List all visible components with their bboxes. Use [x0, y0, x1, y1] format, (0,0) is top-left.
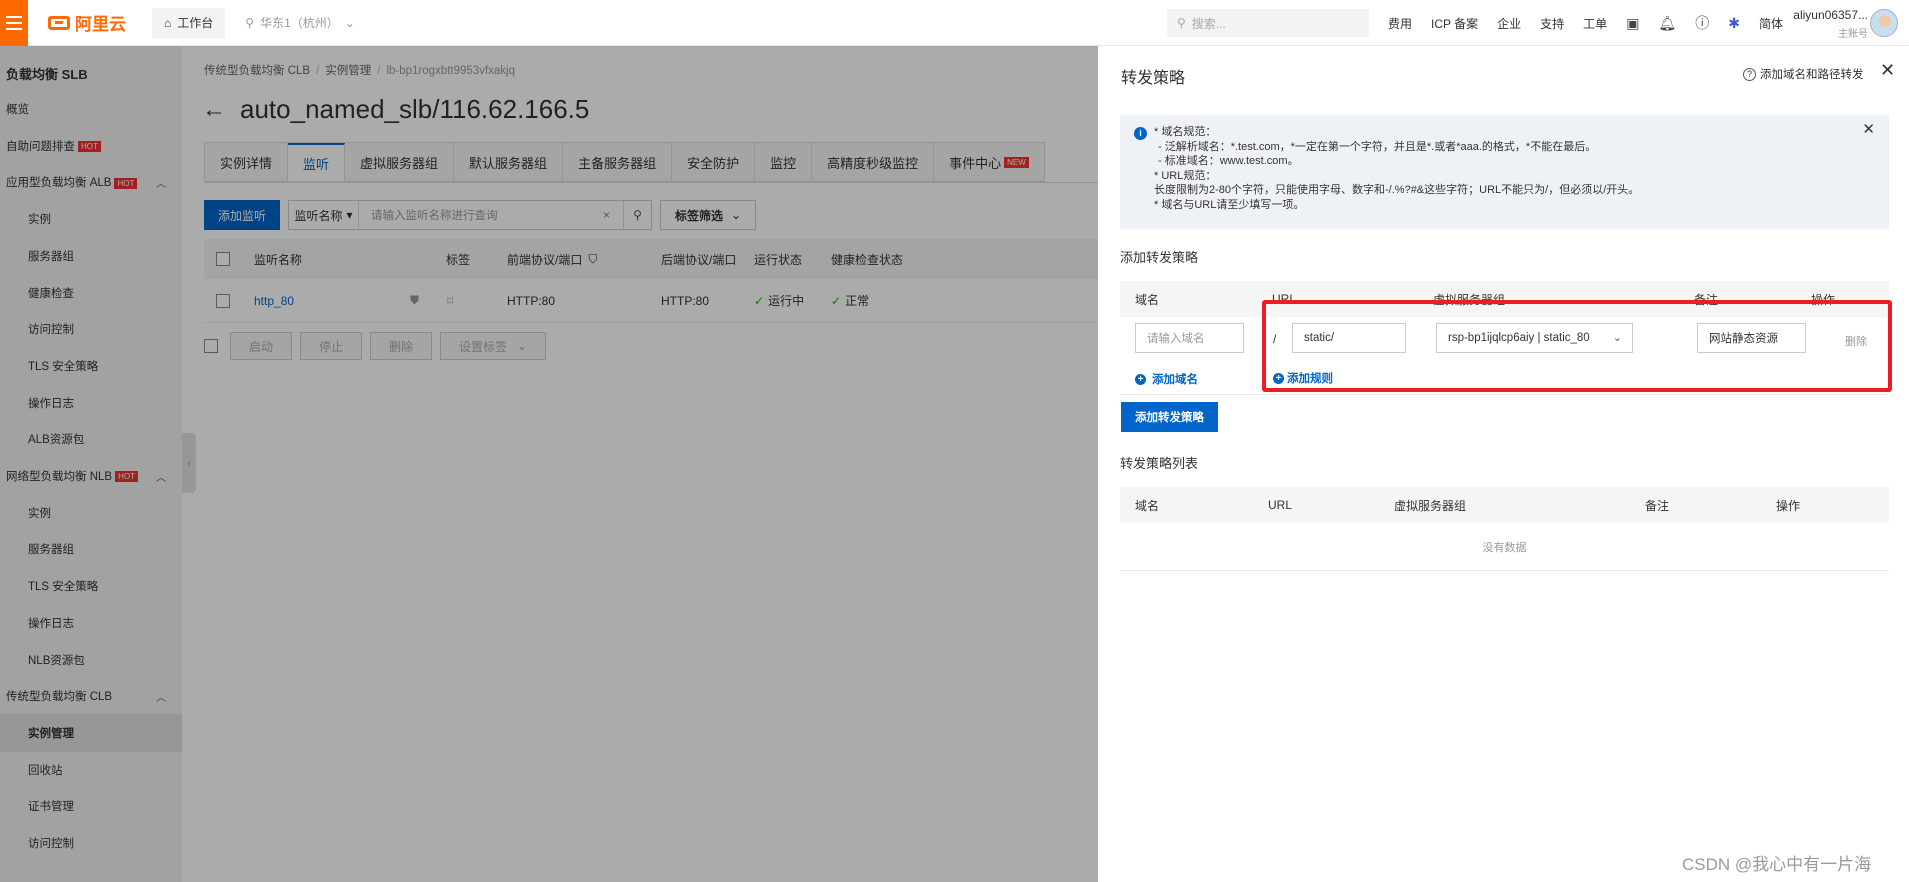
close-icon[interactable]: ✕: [1880, 60, 1895, 81]
rule-divider: [1120, 394, 1889, 395]
chevron-down-icon: ⌄: [344, 15, 355, 30]
column-header: 操作: [1776, 498, 1801, 513]
info-icon: i: [1134, 127, 1147, 140]
workbench-button[interactable]: ⌂ 工作台: [152, 7, 226, 38]
logo-text: 阿里云: [75, 15, 126, 34]
user-name: aliyun06357...: [1793, 8, 1868, 22]
top-bar: 阿里云 ⌂ 工作台 ⚲ 华东1（杭州） ⌄ ⚲ 搜索... 费用 ICP 备案 …: [0, 0, 1909, 46]
plus-icon: +: [1135, 373, 1146, 385]
rules-notice: i * 域名规范： - 泛解析域名：*.test.com，*一定在第一个字符，并…: [1120, 115, 1889, 229]
add-policy-button[interactable]: 添加转发策略: [1121, 402, 1218, 432]
hamburger-menu-icon[interactable]: [0, 0, 28, 46]
ai-assistant-icon[interactable]: ✱: [1728, 15, 1740, 32]
annotation-highlight-box: [1262, 300, 1892, 392]
empty-state: 没有数据: [1120, 523, 1889, 571]
add-policy-section-title: 添加转发策略: [1120, 250, 1199, 265]
home-icon: ⌂: [164, 15, 172, 30]
notice-line: * 域名与URL请至少填写一项。: [1154, 198, 1305, 211]
help-link[interactable]: ? 添加域名和路径转发: [1743, 66, 1864, 82]
notice-lines: * 域名规范： - 泛解析域名：*.test.com，*一定在第一个字符，并且是…: [1154, 125, 1875, 213]
column-header: URL: [1268, 498, 1293, 512]
aliyun-logo-mark: [48, 15, 70, 30]
column-header: 备注: [1645, 498, 1670, 513]
notice-line: - 标准域名：www.test.com。: [1158, 155, 1299, 168]
notice-line: * 域名规范：: [1154, 126, 1217, 138]
nav-support[interactable]: 支持: [1540, 15, 1564, 32]
user-role: 主账号: [1838, 29, 1868, 40]
global-search-input[interactable]: ⚲ 搜索...: [1167, 9, 1369, 37]
notice-line: - 泛解析域名：*.test.com，*一定在第一个字符，并且是*.或者*aaa…: [1158, 140, 1597, 153]
help-link-label: 添加域名和路径转发: [1760, 69, 1864, 81]
search-icon: ⚲: [1177, 16, 1186, 30]
column-header: 域名: [1135, 292, 1160, 307]
policy-list-title: 转发策略列表: [1120, 456, 1199, 471]
search-placeholder: 搜索...: [1191, 16, 1226, 31]
region-selector[interactable]: ⚲ 华东1（杭州） ⌄: [245, 14, 355, 31]
top-nav: 费用 ICP 备案 企业 支持 工单 ▣ 🔔︎ ⓘ ✱ 简体: [1388, 0, 1783, 46]
modal-overlay[interactable]: [0, 46, 1098, 882]
help-icon[interactable]: ⓘ: [1695, 13, 1709, 33]
aliyun-logo[interactable]: 阿里云: [48, 10, 126, 35]
avatar[interactable]: [1870, 9, 1898, 37]
forwarding-policy-drawer: 转发策略 ? 添加域名和路径转发 ✕ i * 域名规范： - 泛解析域名：*.t…: [1098, 46, 1909, 882]
policy-list-header: 域名 URL 虚拟服务器组 备注 操作: [1120, 487, 1889, 523]
workbench-label: 工作台: [177, 16, 214, 30]
add-domain-link[interactable]: + 添加域名: [1135, 371, 1198, 387]
nav-enterprise[interactable]: 企业: [1497, 15, 1521, 32]
column-header: 虚拟服务器组: [1394, 498, 1467, 513]
nav-fees[interactable]: 费用: [1388, 15, 1412, 32]
user-menu[interactable]: aliyun06357... 主账号: [1790, 8, 1868, 40]
language-switch[interactable]: 简体: [1759, 15, 1783, 32]
notice-line: 长度限制为2-80个字符，只能使用字母、数字和-/.%?#&这些字符；URL不能…: [1154, 184, 1640, 197]
notice-line: * URL规范：: [1154, 169, 1217, 182]
domain-input[interactable]: 请输入域名: [1135, 323, 1244, 353]
bell-icon[interactable]: 🔔︎: [1658, 15, 1676, 32]
column-header: 域名: [1135, 498, 1160, 513]
add-domain-label: 添加域名: [1152, 374, 1198, 386]
region-label: 华东1（杭州）: [260, 16, 339, 30]
notice-close-icon[interactable]: ✕: [1862, 122, 1875, 138]
terminal-icon[interactable]: ▣: [1626, 15, 1639, 32]
location-icon: ⚲: [245, 15, 255, 30]
drawer-title: 转发策略: [1121, 70, 1186, 87]
watermark: CSDN @我心中有一片海: [1682, 855, 1872, 874]
nav-icp[interactable]: ICP 备案: [1431, 15, 1478, 32]
nav-ticket[interactable]: 工单: [1583, 15, 1607, 32]
question-icon: ?: [1743, 67, 1756, 81]
